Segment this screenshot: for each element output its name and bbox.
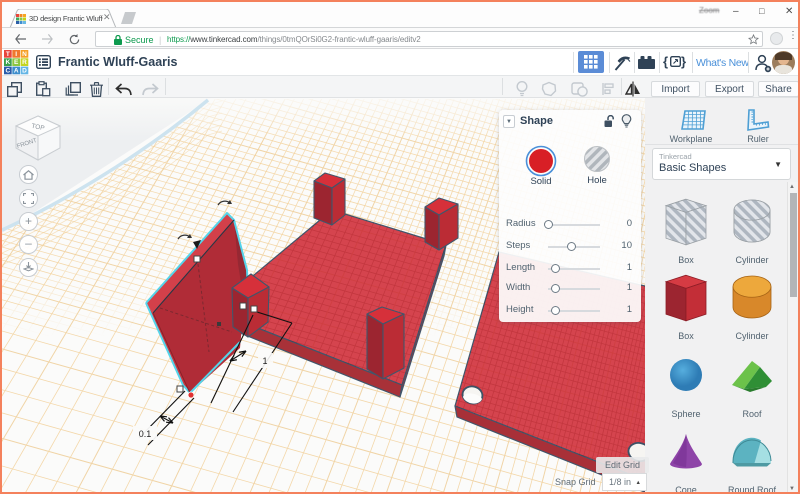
svg-text:Solid: Solid — [530, 176, 551, 187]
svg-text:K: K — [6, 59, 11, 66]
svg-text:E: E — [14, 59, 19, 66]
svg-text:A: A — [14, 68, 19, 75]
svg-text:R: R — [22, 59, 27, 66]
svg-text:Hole: Hole — [587, 175, 607, 186]
svg-text:1: 1 — [262, 356, 267, 366]
svg-text:N: N — [22, 51, 27, 58]
svg-text:C: C — [6, 68, 11, 75]
svg-text:T: T — [6, 51, 10, 58]
svg-text:I: I — [15, 51, 17, 58]
svg-text:0.1: 0.1 — [139, 429, 152, 439]
svg-text:D: D — [22, 68, 27, 75]
